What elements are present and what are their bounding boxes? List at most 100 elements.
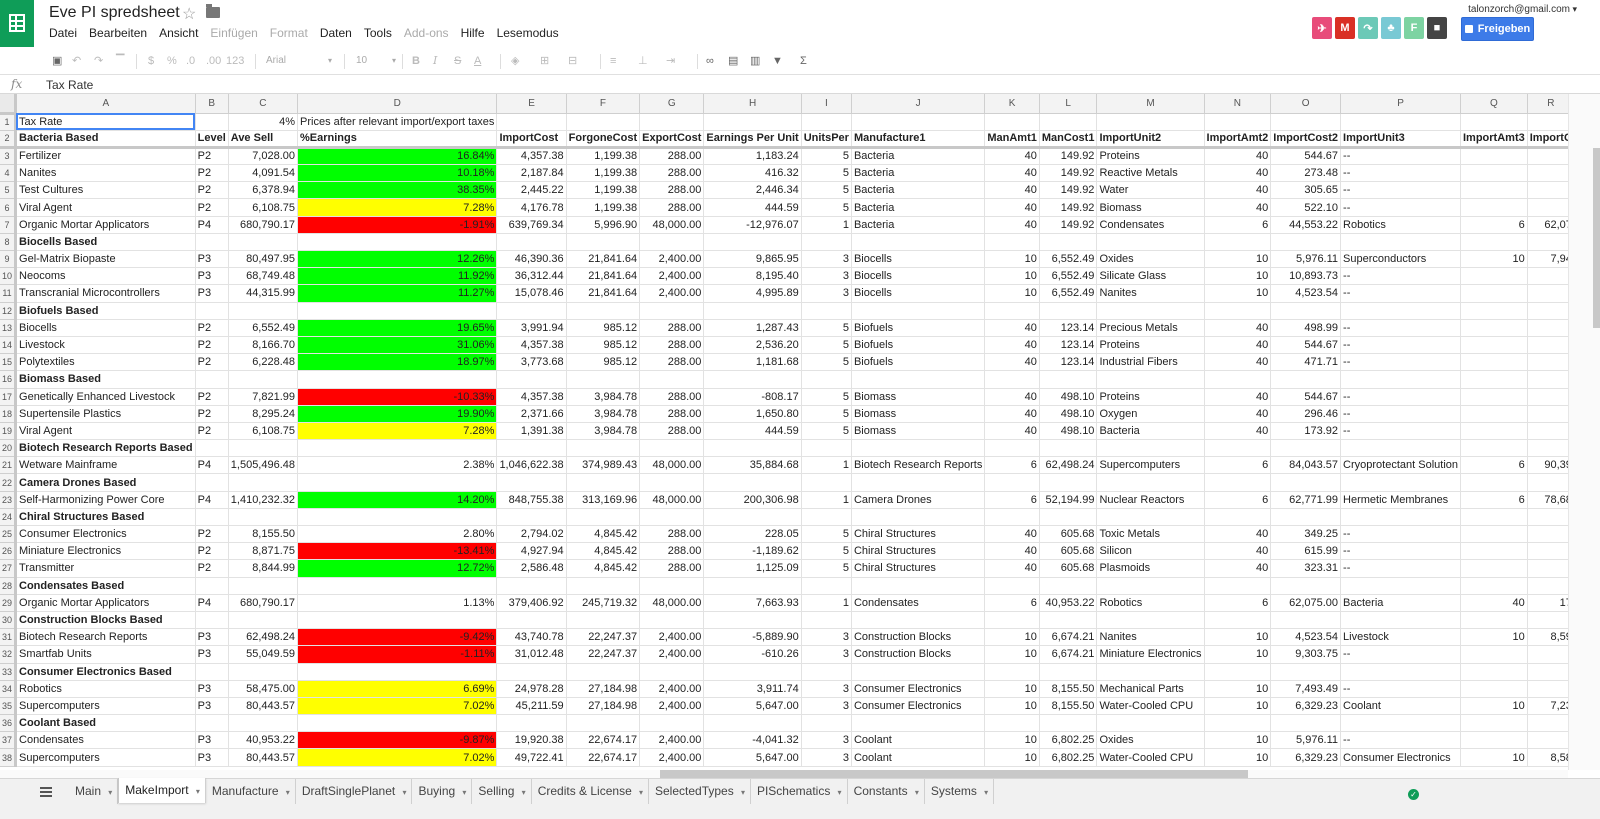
cell[interactable]: Wetware Mainframe xyxy=(15,456,196,475)
cell[interactable]: Bacteria xyxy=(851,164,986,183)
cell[interactable]: Robotics xyxy=(1096,594,1205,612)
cell[interactable]: Coolant xyxy=(851,748,986,767)
cell[interactable] xyxy=(1460,147,1528,166)
cell[interactable] xyxy=(1039,370,1098,389)
cell[interactable] xyxy=(496,577,567,595)
cell[interactable]: 10 xyxy=(1204,267,1272,286)
cell[interactable]: Nanites xyxy=(15,164,196,183)
cell[interactable]: Coolant xyxy=(1340,697,1461,716)
cell[interactable]: Bacteria xyxy=(851,147,986,166)
cell[interactable]: 6,552.49 xyxy=(1039,267,1098,286)
cell[interactable]: 2,187.84 xyxy=(496,164,567,183)
cell[interactable]: Organic Mortar Applicators xyxy=(15,594,196,612)
cell[interactable] xyxy=(1204,439,1272,458)
cell[interactable]: 68,749.48 xyxy=(228,267,299,286)
cell[interactable]: Hermetic Membranes xyxy=(1340,491,1461,509)
cell[interactable]: 10 xyxy=(1460,748,1528,767)
cell[interactable]: 4% xyxy=(228,113,299,131)
column-header[interactable]: C xyxy=(228,94,299,114)
cell[interactable]: 498.99 xyxy=(1270,319,1342,337)
cell[interactable]: 4,845.42 xyxy=(566,542,641,561)
cell[interactable]: 5,976.11 xyxy=(1270,250,1342,269)
cell[interactable]: 416.32 xyxy=(703,164,802,183)
cell[interactable]: 3,984.78 xyxy=(566,422,641,441)
cell[interactable]: 40 xyxy=(1204,525,1272,544)
cell[interactable] xyxy=(1340,473,1461,492)
cell[interactable] xyxy=(1527,422,1568,441)
row-header[interactable]: 25 xyxy=(0,525,17,544)
cell[interactable] xyxy=(1460,319,1528,337)
cell[interactable]: 2,400.00 xyxy=(639,628,705,647)
cell[interactable]: 27,184.98 xyxy=(566,680,641,698)
cell[interactable] xyxy=(1527,336,1568,355)
cell[interactable] xyxy=(639,714,705,733)
cell[interactable]: P3 xyxy=(195,267,229,286)
sheet-tab[interactable]: Systems xyxy=(925,779,995,804)
cell[interactable]: 40 xyxy=(984,164,1040,183)
cell[interactable]: 228.05 xyxy=(703,525,802,544)
undo-icon[interactable]: ↶ xyxy=(72,53,81,69)
cell[interactable] xyxy=(566,439,641,458)
cell[interactable] xyxy=(1527,663,1568,681)
cell[interactable]: -- xyxy=(1340,731,1461,750)
cell[interactable] xyxy=(703,508,802,527)
cell[interactable] xyxy=(1096,663,1205,681)
cell[interactable]: 6 xyxy=(1204,491,1272,509)
row-header[interactable]: 10 xyxy=(0,267,17,286)
cell[interactable] xyxy=(851,508,986,527)
cell[interactable]: 3 xyxy=(801,748,852,767)
cell[interactable] xyxy=(639,577,705,595)
cell[interactable]: 40 xyxy=(1204,559,1272,578)
cell[interactable]: 288.00 xyxy=(639,388,705,406)
cell[interactable]: 43,740.78 xyxy=(496,628,567,647)
cell[interactable]: ImportCost xyxy=(496,130,567,149)
column-header[interactable]: F xyxy=(566,94,641,114)
cell[interactable] xyxy=(703,473,802,492)
cell[interactable]: 1,287.43 xyxy=(703,319,802,337)
cell[interactable]: 5,647.00 xyxy=(703,697,802,716)
column-header[interactable]: O xyxy=(1270,94,1342,114)
cell[interactable]: Biocells xyxy=(851,284,986,303)
cell[interactable]: 62,498.24 xyxy=(1039,456,1098,475)
cell[interactable] xyxy=(1527,319,1568,337)
cell[interactable]: 149.92 xyxy=(1039,216,1098,234)
cell[interactable] xyxy=(1527,147,1568,166)
cell[interactable]: 1,181.68 xyxy=(703,353,802,372)
cell[interactable] xyxy=(801,370,852,389)
font-size-select[interactable]: 10 xyxy=(356,53,396,69)
cell[interactable]: 45,211.59 xyxy=(496,697,567,716)
cell[interactable]: Consumer Electronics xyxy=(851,697,986,716)
cell[interactable] xyxy=(228,714,299,733)
column-header[interactable]: L xyxy=(1039,94,1098,114)
cell[interactable]: 6 xyxy=(984,491,1040,509)
cell[interactable]: 123.14 xyxy=(1039,353,1098,372)
cell[interactable]: 10 xyxy=(1204,284,1272,303)
cell[interactable] xyxy=(297,611,498,630)
cell[interactable]: 48,000.00 xyxy=(639,216,705,234)
cell[interactable]: 498.10 xyxy=(1039,388,1098,406)
cell[interactable] xyxy=(1270,473,1342,492)
row-header[interactable]: 6 xyxy=(0,198,17,217)
cell[interactable]: 11.27% xyxy=(297,284,498,303)
cell[interactable] xyxy=(297,439,498,458)
cell[interactable]: 7,23 xyxy=(1527,697,1568,716)
cell[interactable]: P2 xyxy=(195,422,229,441)
cell[interactable] xyxy=(851,577,986,595)
cell[interactable] xyxy=(1527,302,1568,320)
cell[interactable]: Biofuels xyxy=(851,336,986,355)
cell[interactable] xyxy=(1039,302,1098,320)
cell[interactable]: 2,400.00 xyxy=(639,748,705,767)
cell[interactable] xyxy=(566,370,641,389)
cell[interactable]: 5 xyxy=(801,525,852,544)
cell[interactable]: Smartfab Units xyxy=(15,645,196,664)
fill-color-icon[interactable]: ◈ xyxy=(511,53,519,69)
cell[interactable]: 471.71 xyxy=(1270,353,1342,372)
cell[interactable]: 62,771.99 xyxy=(1270,491,1342,509)
cell[interactable]: Condensates xyxy=(1096,216,1205,234)
cell[interactable] xyxy=(639,611,705,630)
cell[interactable] xyxy=(1460,164,1528,183)
column-header[interactable]: B xyxy=(195,94,229,114)
cell[interactable]: 1,125.09 xyxy=(703,559,802,578)
row-header[interactable]: 31 xyxy=(0,628,17,647)
cell[interactable] xyxy=(1527,233,1568,252)
